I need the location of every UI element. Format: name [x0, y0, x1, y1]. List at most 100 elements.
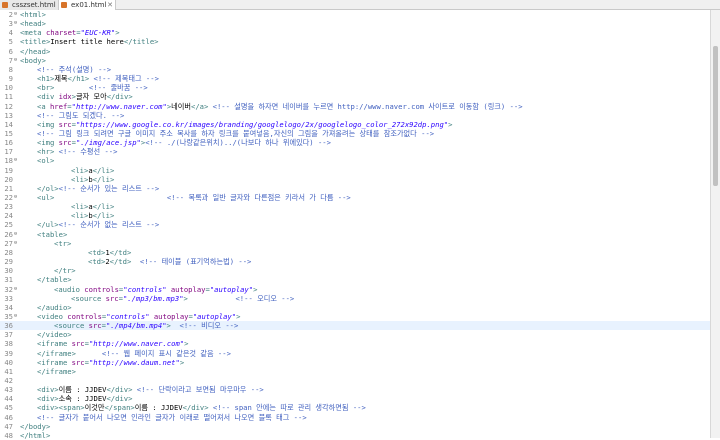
code-editor[interactable]: 2 ⊖ <html> 3 ⊖ <head> 4 <meta charset="EUC-KR">…: [0, 10, 710, 440]
tag-token: </span>: [104, 403, 135, 413]
line-number: 39: [4, 348, 13, 358]
tag-token: <td>: [88, 247, 106, 257]
text-token: 이름 : JJDEV: [134, 403, 183, 413]
line-number: 28: [4, 247, 13, 257]
comment-token: <!-- 그림 링크 되려면 구글 이미지 주소 복사를 하자 링크를 붙여넣음…: [37, 128, 435, 138]
line-number: 9: [8, 74, 13, 84]
tab-ex01[interactable]: ex01.html ✕: [58, 0, 116, 10]
fold-toggle-icon[interactable]: ⊖: [14, 57, 19, 63]
line-number: 32: [4, 284, 13, 294]
attribute-token: src: [105, 293, 119, 303]
fold-toggle-icon[interactable]: ⊖: [14, 286, 19, 292]
tag-token: <div><span>: [37, 403, 85, 413]
line-number: 12: [4, 101, 13, 111]
comment-token: <!-- 그림도 되겠다. -->: [37, 110, 125, 120]
tag-token: </html>: [20, 430, 51, 440]
text-token: 네이버: [171, 101, 191, 111]
line-number: 22: [4, 193, 13, 202]
code-line: <li>b</li>: [71, 175, 114, 184]
comment-token: <!-- ./(나랑같은위치)../(나보다 하나 위에있다) -->: [145, 138, 331, 148]
tag-token: </tr>: [54, 266, 76, 276]
line-number: 18: [4, 156, 13, 166]
line-number: 41: [4, 366, 13, 376]
fold-toggle-icon[interactable]: ⊖: [14, 313, 19, 319]
tag-token: </iframe>: [37, 348, 76, 358]
line-number: 6: [8, 46, 13, 56]
text-token: 소속 : JJDEV: [58, 394, 107, 404]
code-line: <iframe src="http://www.daum.net">: [37, 358, 184, 367]
tag-token: </ul>: [37, 220, 59, 230]
tag-token: <iframe: [37, 357, 72, 367]
comment-token: <!-- 제목태그 -->: [89, 74, 159, 84]
tag-token: </li>: [92, 165, 115, 175]
comment-token: <!-- span 안에는 따로 관리 생각하면됨 -->: [208, 403, 366, 413]
code-line: <img src="https://www.google.co.kr/image…: [37, 120, 452, 129]
code-line: <li>a</li>: [71, 202, 114, 211]
tag-token: <body>: [20, 55, 46, 65]
tag-token: <hr>: [37, 147, 55, 157]
code-line: </body>: [20, 422, 50, 431]
attribute-token: autoplay: [170, 284, 206, 294]
attribute-token: src: [71, 357, 85, 367]
tag-token: <div>: [37, 385, 59, 395]
fold-toggle-icon[interactable]: ⊖: [14, 11, 19, 17]
line-number: 13: [4, 110, 13, 120]
line-number: 23: [4, 202, 13, 212]
line-number: 25: [4, 220, 13, 230]
comment-token: <!-- 테이블 (표기억하는법) -->: [131, 257, 252, 267]
code-line: </video>: [37, 330, 72, 339]
tab-label: ex01.html: [71, 1, 107, 9]
comment-token: <!-- 단락이라고 보면됨 마우마우 -->: [132, 385, 264, 395]
value-token: "http://www.naver.com": [71, 101, 167, 111]
fold-toggle-icon[interactable]: ⊖: [14, 20, 19, 26]
tag-token: <img: [37, 138, 59, 148]
attribute-token: src: [88, 321, 102, 331]
fold-toggle-icon[interactable]: ⊖: [14, 194, 19, 200]
tag-token: >: [184, 339, 189, 349]
code-line: </html>: [20, 431, 50, 440]
line-number: 26: [4, 229, 13, 239]
line-number: 5: [8, 37, 13, 47]
close-tab-icon[interactable]: ✕: [107, 0, 113, 10]
code-line: <audio controls="controls" autoplay="aut…: [54, 285, 257, 294]
tag-token: <ul>: [37, 193, 55, 202]
line-number: 21: [4, 183, 13, 193]
tab-label: csszset.html: [12, 1, 56, 9]
scrollbar-thumb[interactable]: [713, 46, 718, 186]
code-line: <source src="./mp4/bm.mp4"> <!-- 비디오 -->: [54, 321, 238, 331]
comment-token: <!-- 목록과 일반 글자와 다른점은 키라서 가 다름 -->: [54, 193, 351, 202]
line-number: 29: [4, 257, 13, 267]
comment-token: <!-- 오디오 -->: [187, 293, 295, 303]
tab-csszset[interactable]: csszset.html: [0, 0, 58, 10]
value-token: "./mp3/bm.mp3": [122, 293, 184, 303]
tag-token: <a: [37, 101, 50, 111]
attribute-token: controls: [67, 311, 102, 321]
text-token: 이것만: [84, 403, 105, 413]
fold-toggle-icon[interactable]: ⊖: [14, 231, 19, 237]
tag-token: </li>: [92, 202, 115, 212]
fold-toggle-icon[interactable]: ⊖: [14, 240, 19, 246]
code-line: <video controls="controls" autoplay="aut…: [37, 312, 240, 321]
fold-toggle-icon[interactable]: ⊖: [14, 157, 19, 163]
line-number: 47: [4, 421, 13, 431]
vertical-scrollbar[interactable]: [710, 10, 720, 438]
line-number: 24: [4, 211, 13, 221]
code-line: </audio>: [37, 303, 72, 312]
comment-token: <!-- 순서가 없는 리스트 -->: [58, 220, 160, 230]
line-number: 37: [4, 330, 13, 340]
line-number: 42: [4, 376, 13, 385]
line-number: 2: [8, 10, 13, 19]
code-line: </head>: [20, 47, 50, 56]
tag-token: <li>: [71, 211, 89, 221]
comment-token: <!-- 수평선 -->: [54, 147, 118, 157]
line-number: 30: [4, 266, 13, 276]
attribute-token: idx: [58, 92, 72, 102]
tag-token: </div>: [182, 403, 209, 413]
code-line: <td>2</td> <!-- 테이블 (표기억하는법) -->: [88, 257, 251, 267]
attribute-token: href: [49, 101, 68, 111]
tag-token: <h1>: [37, 74, 55, 84]
tag-token: <video: [37, 311, 68, 321]
line-number: 48: [4, 430, 13, 440]
line-number: 44: [4, 394, 13, 404]
tag-token: >: [115, 28, 120, 38]
